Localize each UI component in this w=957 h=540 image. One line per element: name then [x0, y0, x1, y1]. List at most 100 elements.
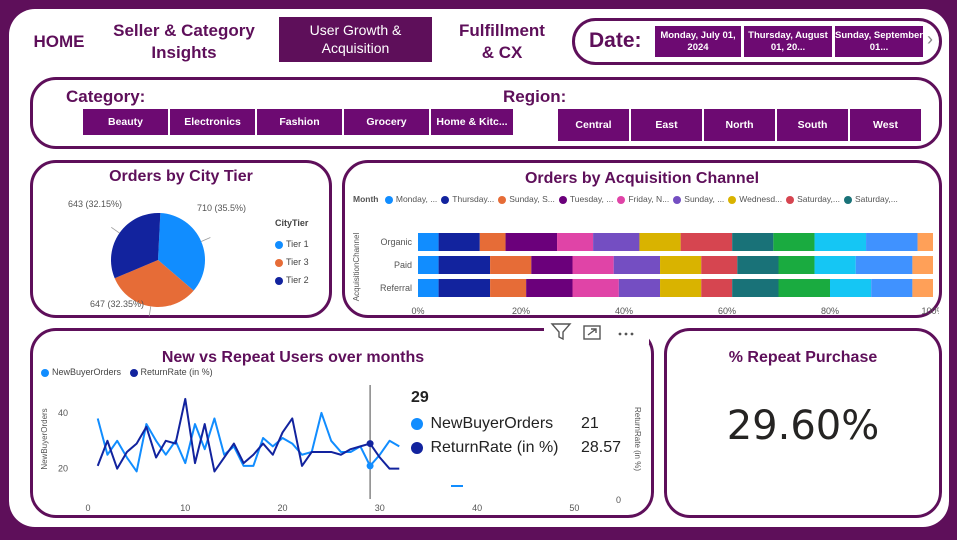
channel-bar-segment[interactable]	[773, 233, 815, 251]
pie-label-tier3: 647 (32.35%)	[90, 299, 145, 309]
channel-bar-segment[interactable]	[479, 233, 506, 251]
channel-bar-segment[interactable]	[814, 256, 856, 274]
home-link[interactable]: HOME	[29, 31, 89, 53]
channel-bar-segment[interactable]	[418, 256, 439, 274]
date-slicer: Date: Monday, July 01, 2024 Thursday, Au…	[572, 18, 942, 65]
legend-item-tier3[interactable]: Tier 3	[275, 253, 309, 271]
channel-bar-segment[interactable]	[778, 256, 815, 274]
channel-bar-segment[interactable]	[912, 279, 933, 297]
channel-bar-segment[interactable]	[912, 256, 933, 274]
channel-legend-item[interactable]: Saturday,...	[843, 194, 898, 204]
channel-bar-segment[interactable]	[572, 279, 619, 297]
date-option-2[interactable]: Thursday, August 01, 20...	[743, 25, 833, 58]
chevron-right-icon[interactable]: ›	[927, 29, 933, 50]
repeat-purchase-card: % Repeat Purchase 29.60%	[664, 328, 942, 518]
channel-legend-item[interactable]: Thursday...	[441, 194, 494, 204]
channel-bar-segment[interactable]	[438, 279, 491, 297]
category-grocery[interactable]: Grocery	[343, 108, 430, 136]
channel-bar-segment[interactable]	[701, 256, 738, 274]
legend-item-tier2[interactable]: Tier 2	[275, 271, 309, 289]
channel-bar-segment[interactable]	[505, 233, 558, 251]
line-tooltip: 29 NewBuyerOrders 21 ReturnRate (in %) 2…	[411, 389, 621, 457]
channel-bar-segment[interactable]	[531, 256, 573, 274]
line-x-tick: 40	[472, 503, 482, 513]
region-central[interactable]: Central	[557, 108, 630, 142]
channel-bar-segment[interactable]	[660, 279, 702, 297]
channel-legend-item[interactable]: Tuesday, ...	[558, 194, 613, 204]
channel-bar-segment[interactable]	[613, 256, 661, 274]
date-option-3[interactable]: Sunday, September 01...	[834, 25, 924, 58]
channel-bar-segment[interactable]	[593, 233, 640, 251]
filter-icon[interactable]	[550, 323, 572, 341]
channel-legend-item[interactable]: Wednesd...	[728, 194, 782, 204]
legend-item-tier1[interactable]: Tier 1	[275, 235, 309, 253]
channel-category-label: Organic	[380, 237, 412, 247]
focus-mode-icon[interactable]	[583, 325, 601, 340]
channel-bar-segment[interactable]	[871, 279, 913, 297]
pie-leader-line	[148, 306, 152, 317]
channel-bar-segment[interactable]	[490, 279, 527, 297]
region-east[interactable]: East	[630, 108, 703, 142]
hover-point	[366, 462, 374, 470]
line-y-tick: 40	[58, 408, 68, 418]
tooltip-x: 29	[411, 389, 429, 406]
category-electronics[interactable]: Electronics	[169, 108, 256, 136]
category-beauty[interactable]: Beauty	[82, 108, 169, 136]
channel-bar-segment[interactable]	[701, 279, 733, 297]
line-y-axis-label: NewBuyerOrders	[40, 408, 49, 469]
channel-bar-segment[interactable]	[490, 256, 532, 274]
fulfillment-link[interactable]: Fulfillment & CX	[452, 20, 552, 64]
filter-panel: Category: Beauty Electronics Fashion Gro…	[30, 77, 942, 149]
line-series-returnrate[interactable]	[96, 397, 400, 473]
channel-bar-segment[interactable]	[732, 233, 774, 251]
channel-bar-segment[interactable]	[680, 233, 733, 251]
visual-header	[544, 318, 649, 344]
channel-bar-segment[interactable]	[866, 233, 918, 251]
channel-bar-segment[interactable]	[418, 279, 439, 297]
channel-legend-item[interactable]: Friday, N...	[617, 194, 669, 204]
channel-bar-segment[interactable]	[830, 279, 872, 297]
channel-bar-segment[interactable]	[732, 279, 779, 297]
legend-item-newbuyer[interactable]: NewBuyerOrders	[41, 367, 121, 377]
line-series-newbuyer[interactable]	[96, 411, 400, 473]
channel-bar-segment[interactable]	[557, 233, 594, 251]
more-options-icon[interactable]	[618, 332, 634, 336]
date-label: Date:	[589, 29, 642, 52]
channel-bar-segment[interactable]	[639, 233, 681, 251]
line-legend: NewBuyerOrders ReturnRate (in %)	[41, 367, 213, 377]
user-growth-button[interactable]: User Growth & Acquisition	[279, 17, 432, 62]
channel-legend-item[interactable]: Sunday, ...	[673, 194, 724, 204]
region-south[interactable]: South	[776, 108, 849, 142]
channel-bar-segment[interactable]	[526, 279, 573, 297]
channel-bar-segment[interactable]	[814, 233, 867, 251]
channel-y-axis-label: AcquisitionChannel	[352, 233, 361, 302]
channel-bar-segment[interactable]	[572, 256, 614, 274]
channel-bar-segment[interactable]	[438, 256, 491, 274]
channel-legend-item[interactable]: Saturday,...	[786, 194, 840, 204]
channel-bar-segment[interactable]	[855, 256, 913, 274]
region-west[interactable]: West	[849, 108, 922, 142]
line-y2-tick: 0	[616, 495, 621, 505]
kpi-value: 29.60%	[726, 403, 880, 449]
channel-bar-segment[interactable]	[618, 279, 661, 297]
channel-bar-segment[interactable]	[438, 233, 480, 251]
date-option-1[interactable]: Monday, July 01, 2024	[654, 25, 742, 58]
legend-item-returnrate[interactable]: ReturnRate (in %)	[129, 367, 213, 377]
channel-bar-segment[interactable]	[917, 233, 933, 251]
channel-bar-segment[interactable]	[778, 279, 831, 297]
pie-title: Orders by City Tier	[109, 168, 253, 185]
seller-category-link[interactable]: Seller & Category Insights	[104, 20, 264, 64]
channel-x-tick: 100%	[921, 306, 939, 315]
channel-legend-item[interactable]: Sunday, S...	[498, 194, 555, 204]
channel-bar-segment[interactable]	[737, 256, 779, 274]
channel-legend-item[interactable]: Monday, ...	[384, 194, 437, 204]
category-home-kitchen[interactable]: Home & Kitc...	[430, 108, 514, 136]
channel-title: Orders by Acquisition Channel	[524, 170, 760, 187]
channel-bar-segment[interactable]	[418, 233, 439, 251]
acquisition-channel-card: Orders by Acquisition Channel Month Mond…	[342, 160, 942, 318]
region-north[interactable]: North	[703, 108, 776, 142]
tooltip-row-returnrate: ReturnRate (in %) 28.57	[411, 439, 621, 457]
channel-bar-segment[interactable]	[660, 256, 702, 274]
category-fashion[interactable]: Fashion	[256, 108, 343, 136]
line-title: New vs Repeat Users over months	[161, 349, 425, 366]
